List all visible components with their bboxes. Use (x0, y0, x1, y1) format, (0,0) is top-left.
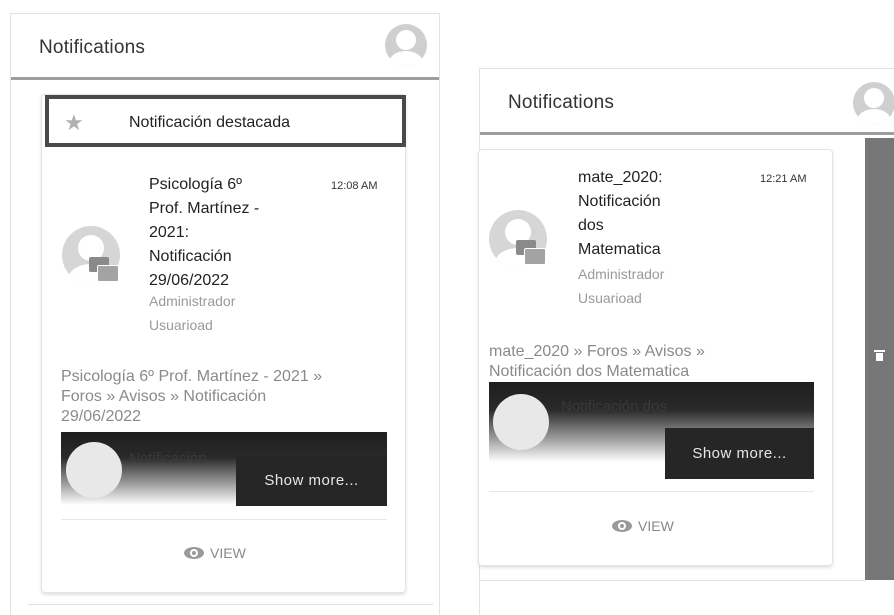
featured-notification-banner: ★ Notificación destacada (45, 95, 406, 147)
subject-line: 2021: (149, 224, 190, 241)
featured-label: Notificación destacada (129, 114, 290, 131)
notification-time: 12:08 AM (331, 180, 378, 192)
user-avatar-icon[interactable] (853, 82, 894, 124)
preview-text: Notificación (129, 450, 207, 467)
subject-line: dos (578, 217, 604, 234)
panel-title: Notifications (508, 92, 615, 113)
next-card-edge (479, 580, 865, 581)
user-avatar-icon[interactable] (385, 24, 427, 66)
panel-title: Notifications (39, 37, 146, 58)
breadcrumb-line: Notificación dos Matematica (489, 363, 690, 380)
eye-icon (184, 546, 204, 560)
eye-icon (612, 519, 632, 533)
notification-time: 12:21 AM (760, 173, 807, 185)
subject-line: mate_2020: (578, 169, 663, 186)
preview-text: Notificación dos (561, 398, 667, 415)
author-line: Administrador (149, 293, 236, 309)
notification-subject[interactable]: Psicología 6º Prof. Martínez - 2021: Not… (149, 173, 309, 293)
trash-icon[interactable] (874, 350, 885, 361)
notification-card (42, 95, 405, 592)
preview-avatar (493, 394, 549, 450)
delete-action-strip[interactable] (865, 138, 894, 580)
breadcrumb-line: 29/06/2022 (61, 408, 142, 425)
subject-line: Prof. Martínez - (149, 200, 260, 217)
breadcrumb-line: mate_2020 » Foros » Avisos » (489, 343, 705, 360)
view-button[interactable]: VIEW (612, 518, 674, 534)
notification-author: Administrador Usuarioad (578, 262, 664, 310)
star-icon: ★ (64, 110, 84, 135)
subject-line: Matematica (578, 241, 661, 258)
notification-subject[interactable]: mate_2020: Notificación dos Matematica (578, 166, 728, 262)
show-more-button[interactable]: Show more... (665, 428, 814, 479)
view-button[interactable]: VIEW (184, 545, 246, 561)
next-card-edge (28, 604, 433, 605)
subject-line: Notificación (149, 248, 232, 265)
show-more-button[interactable]: Show more... (236, 455, 387, 506)
panel-header: Notifications (11, 14, 439, 80)
forum-icon (89, 257, 119, 283)
panel-header: Notifications (480, 69, 894, 135)
subject-line: Psicología 6º (149, 176, 243, 193)
notification-breadcrumb[interactable]: mate_2020 » Foros » Avisos » Notificació… (489, 342, 809, 382)
author-line: Administrador (578, 266, 665, 282)
author-line: Usuarioad (578, 290, 642, 306)
preview-avatar (66, 442, 122, 498)
view-label: VIEW (638, 518, 674, 534)
divider (61, 519, 387, 520)
forum-icon (516, 240, 546, 266)
subject-line: Notificación (578, 193, 661, 210)
notification-author: Administrador Usuarioad (149, 289, 235, 337)
breadcrumb-line: Psicología 6º Prof. Martínez - 2021 » (61, 368, 323, 385)
view-label: VIEW (210, 545, 246, 561)
author-line: Usuarioad (149, 317, 213, 333)
notification-breadcrumb[interactable]: Psicología 6º Prof. Martínez - 2021 » Fo… (61, 367, 391, 427)
breadcrumb-line: Foros » Avisos » Notificación (61, 388, 267, 405)
divider (489, 491, 814, 492)
